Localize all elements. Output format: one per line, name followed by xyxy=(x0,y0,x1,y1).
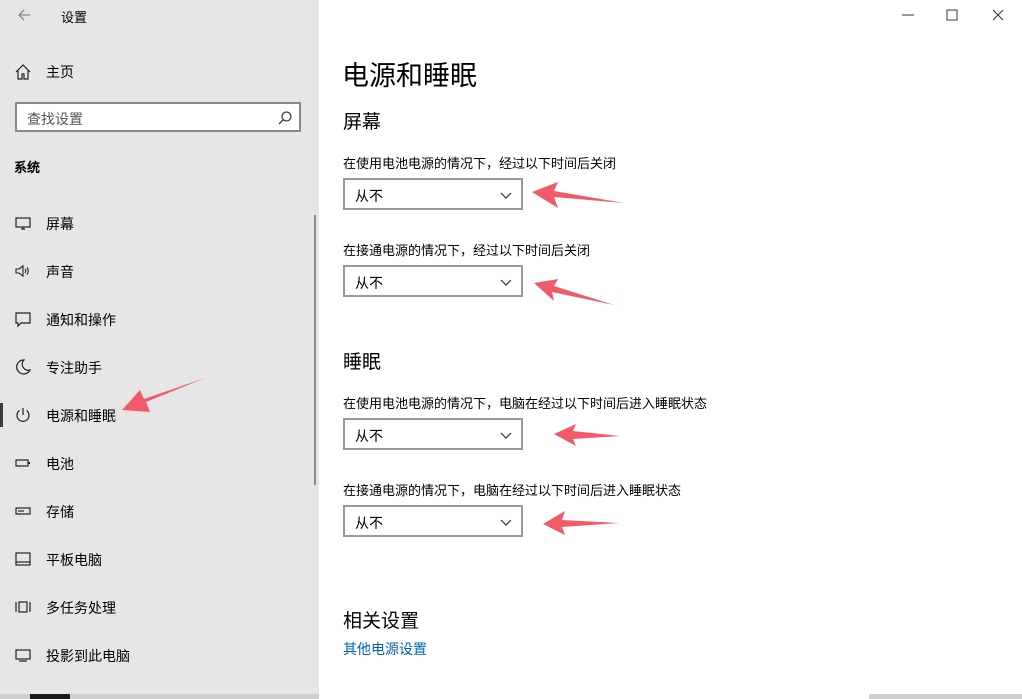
notification-icon xyxy=(15,312,31,328)
sidebar-item-multitasking[interactable]: 多任务处理 xyxy=(0,587,319,627)
sidebar-scrollbar[interactable] xyxy=(314,215,316,485)
multitask-icon xyxy=(15,601,31,613)
annotation-arrow-icon xyxy=(554,424,620,446)
screen-plugged-label: 在接通电源的情况下，经过以下时间后关闭 xyxy=(343,244,591,259)
search-placeholder: 查找设置 xyxy=(27,112,83,128)
maximize-icon[interactable] xyxy=(941,6,963,24)
screen-plugged-dropdown[interactable]: 从不 xyxy=(343,265,523,297)
dropdown-value: 从不 xyxy=(355,429,383,445)
home-nav-item[interactable]: 主页 xyxy=(14,60,74,84)
search-input[interactable]: 查找设置 xyxy=(15,102,301,132)
sidebar-item-label: 通知和操作 xyxy=(46,313,116,329)
back-arrow-icon[interactable] xyxy=(14,4,36,26)
sidebar-item-label: 投影到此电脑 xyxy=(46,649,130,665)
sleep-battery-label: 在使用电池电源的情况下，电脑在经过以下时间后进入睡眠状态 xyxy=(343,397,708,412)
tablet-icon xyxy=(15,552,31,566)
sleep-heading: 睡眠 xyxy=(343,351,382,373)
sidebar-item-tablet[interactable]: 平板电脑 xyxy=(0,539,319,579)
section-label: 系统 xyxy=(14,161,41,176)
sidebar: 设置 主页 查找设置 系统 屏幕 声音 通知和操作 专注助手 电源和睡眠 电池 … xyxy=(0,0,319,699)
page-title: 电源和睡眠 xyxy=(342,61,477,92)
screen-battery-dropdown[interactable]: 从不 xyxy=(343,178,523,210)
annotation-arrow-icon xyxy=(543,511,619,535)
display-icon xyxy=(15,217,31,230)
sidebar-item-label: 声音 xyxy=(46,265,74,281)
other-power-settings-link[interactable]: 其他电源设置 xyxy=(343,639,427,659)
close-icon[interactable] xyxy=(987,6,1009,24)
annotation-arrow-icon xyxy=(534,279,614,305)
app-title: 设置 xyxy=(61,11,88,26)
dropdown-value: 从不 xyxy=(355,189,383,205)
dropdown-value: 从不 xyxy=(355,516,383,532)
sidebar-item-label: 电源和睡眠 xyxy=(46,409,116,425)
dropdown-value: 从不 xyxy=(355,276,383,292)
screen-battery-label: 在使用电池电源的情况下，经过以下时间后关闭 xyxy=(343,157,617,172)
sleep-plugged-dropdown[interactable]: 从不 xyxy=(343,505,523,537)
power-icon xyxy=(16,408,30,422)
sleep-battery-dropdown[interactable]: 从不 xyxy=(343,418,523,450)
chevron-down-icon xyxy=(500,432,512,439)
sidebar-item-label: 平板电脑 xyxy=(46,553,102,569)
minimize-icon[interactable] xyxy=(897,6,919,24)
battery-icon xyxy=(15,459,30,467)
main-panel: 电源和睡眠 屏幕 在使用电池电源的情况下，经过以下时间后关闭 从不 在接通电源的… xyxy=(319,0,1022,699)
chevron-down-icon xyxy=(500,192,512,199)
speaker-icon xyxy=(15,264,29,278)
sidebar-item-notifications[interactable]: 通知和操作 xyxy=(0,299,319,339)
related-heading: 相关设置 xyxy=(343,610,420,632)
sidebar-item-label: 多任务处理 xyxy=(46,601,116,617)
sidebar-item-battery[interactable]: 电池 xyxy=(0,443,319,483)
main-bottom-strip xyxy=(869,694,1022,699)
project-icon xyxy=(15,649,31,662)
annotation-arrow-icon xyxy=(122,378,205,412)
annotation-arrow-icon xyxy=(532,182,624,208)
sidebar-bottom-indicator xyxy=(30,694,70,699)
chevron-down-icon xyxy=(500,279,512,286)
sidebar-item-sound[interactable]: 声音 xyxy=(0,251,319,291)
moon-icon xyxy=(16,359,32,375)
home-label: 主页 xyxy=(46,65,74,81)
sidebar-item-label: 存储 xyxy=(46,505,74,521)
home-icon xyxy=(15,64,31,80)
chevron-down-icon xyxy=(500,519,512,526)
sidebar-item-display[interactable]: 屏幕 xyxy=(0,203,319,243)
sidebar-item-label: 屏幕 xyxy=(46,217,74,233)
sidebar-item-project[interactable]: 投影到此电脑 xyxy=(0,635,319,675)
sidebar-item-label: 专注助手 xyxy=(46,361,102,377)
sleep-plugged-label: 在接通电源的情况下，电脑在经过以下时间后进入睡眠状态 xyxy=(343,484,682,499)
sidebar-item-label: 电池 xyxy=(46,457,74,473)
search-icon[interactable] xyxy=(277,110,293,126)
storage-icon xyxy=(15,507,31,515)
screen-heading: 屏幕 xyxy=(343,111,382,133)
sidebar-item-storage[interactable]: 存储 xyxy=(0,491,319,531)
